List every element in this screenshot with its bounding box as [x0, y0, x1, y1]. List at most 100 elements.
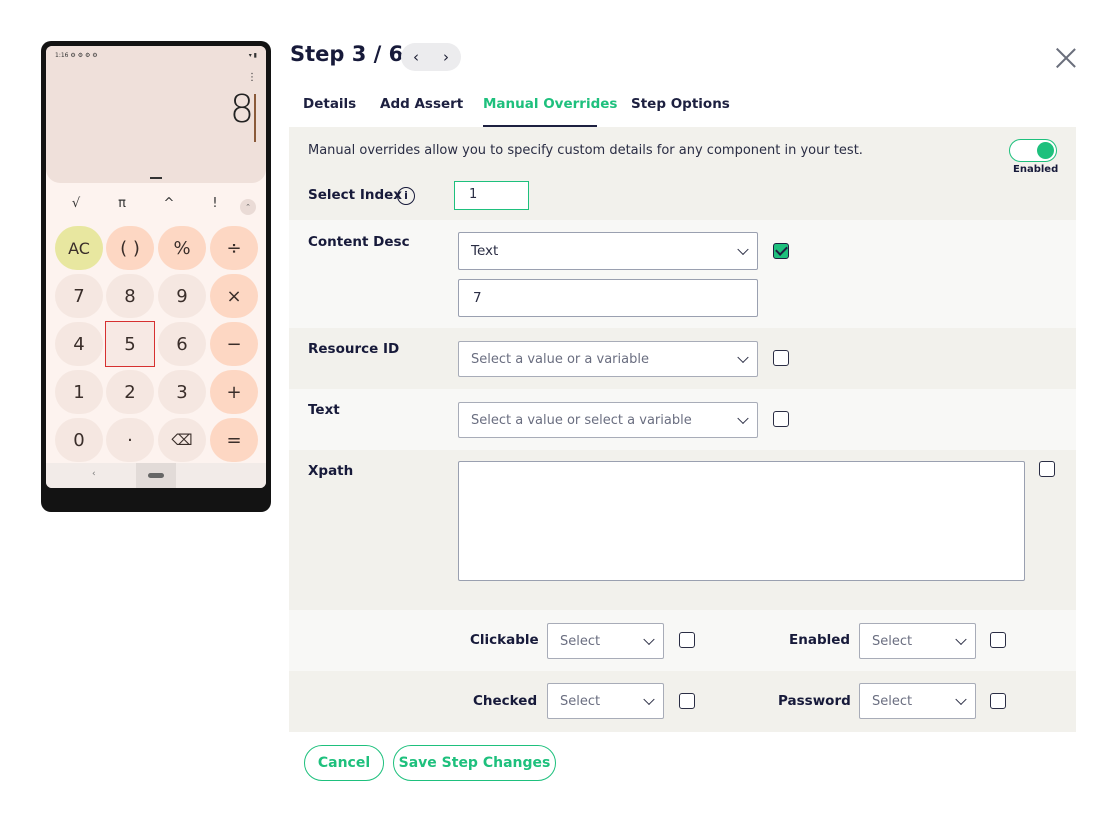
chevron-down-icon	[643, 693, 655, 706]
clear-key[interactable]: AC	[55, 226, 103, 270]
digit-5-key[interactable]: 5	[105, 321, 155, 367]
info-icon[interactable]: i	[397, 187, 415, 205]
close-icon[interactable]	[1055, 47, 1077, 69]
digit-8-key[interactable]: 8	[106, 274, 154, 318]
clickable-label: Clickable	[470, 632, 539, 648]
status-bar: 1:16 ⚙ ⚙ ⚙ ⚙ ▾ ▮	[55, 50, 257, 60]
expand-icon[interactable]: ⌃	[240, 199, 256, 215]
next-step-icon[interactable]: ›	[443, 49, 449, 65]
chevron-down-icon	[737, 412, 749, 425]
text-select[interactable]: Select a value or select a variable	[458, 402, 758, 438]
content-desc-type-value: Text	[471, 243, 499, 259]
checked-select[interactable]: Select	[547, 683, 664, 719]
power-key[interactable]: ^	[157, 196, 181, 211]
overrides-enabled-toggle[interactable]	[1009, 139, 1057, 162]
password-select[interactable]: Select	[859, 683, 976, 719]
minus-key[interactable]: −	[210, 322, 258, 366]
drag-handle[interactable]	[150, 177, 162, 179]
digit-3-key[interactable]: 3	[158, 370, 206, 414]
resource-id-checkbox[interactable]	[773, 350, 789, 366]
clickable-enabled-row: Clickable Select Enabled Select	[289, 610, 1076, 671]
plus-key[interactable]: +	[210, 370, 258, 414]
status-time: 1:16	[55, 51, 69, 59]
tab-details[interactable]: Details	[303, 96, 356, 112]
digit-0-key[interactable]: 0	[55, 418, 103, 462]
more-options-icon[interactable]: ⋮	[247, 73, 257, 83]
back-icon[interactable]: ‹	[92, 469, 96, 479]
text-row: Text Select a value or select a variable	[289, 389, 1076, 450]
step-title: Step 3 / 6	[290, 42, 404, 66]
clickable-placeholder: Select	[560, 633, 601, 649]
scientific-row: √ π ^ ! ⌃	[46, 196, 266, 216]
content-desc-checkbox[interactable]	[773, 243, 789, 259]
select-index-input[interactable]: 1	[454, 181, 529, 210]
tab-step-options[interactable]: Step Options	[631, 96, 730, 112]
enabled-label: Enabled	[789, 632, 851, 648]
password-label: Password	[778, 693, 851, 709]
digit-6-key[interactable]: 6	[158, 322, 206, 366]
digit-7-key[interactable]: 7	[55, 274, 103, 318]
cancel-button[interactable]: Cancel	[304, 745, 384, 781]
device-screen[interactable]: 1:16 ⚙ ⚙ ⚙ ⚙ ▾ ▮ ⋮ 8 √ π ^ ! ⌃ AC ( ) % …	[46, 46, 266, 488]
chevron-down-icon	[737, 351, 749, 364]
password-placeholder: Select	[872, 693, 913, 709]
equals-key[interactable]: =	[210, 418, 258, 462]
clickable-checkbox[interactable]	[679, 632, 695, 648]
password-checkbox[interactable]	[990, 693, 1006, 709]
multiply-key[interactable]: ×	[210, 274, 258, 318]
digit-9-key[interactable]: 9	[158, 274, 206, 318]
sqrt-key[interactable]: √	[64, 196, 88, 211]
divide-key[interactable]: ÷	[210, 226, 258, 270]
text-placeholder: Select a value or select a variable	[471, 412, 692, 428]
android-nav-bar: ‹	[46, 463, 266, 488]
text-checkbox[interactable]	[773, 411, 789, 427]
chevron-down-icon	[737, 243, 749, 256]
toggle-knob	[1037, 142, 1054, 159]
xpath-checkbox[interactable]	[1039, 461, 1055, 477]
decimal-key[interactable]: ·	[106, 418, 154, 462]
resource-id-select[interactable]: Select a value or a variable	[458, 341, 758, 377]
enabled-select[interactable]: Select	[859, 623, 976, 659]
device-frame: 1:16 ⚙ ⚙ ⚙ ⚙ ▾ ▮ ⋮ 8 √ π ^ ! ⌃ AC ( ) % …	[41, 41, 271, 512]
status-signal-icons: ▾ ▮	[248, 51, 257, 59]
digit-4-key[interactable]: 4	[55, 322, 103, 366]
checked-checkbox[interactable]	[679, 693, 695, 709]
save-step-changes-button[interactable]: Save Step Changes	[393, 745, 556, 781]
checked-password-row: Checked Select Password Select	[289, 671, 1076, 732]
resource-id-placeholder: Select a value or a variable	[471, 351, 649, 367]
pi-key[interactable]: π	[110, 196, 134, 211]
xpath-label: Xpath	[308, 463, 354, 479]
parentheses-key[interactable]: ( )	[106, 226, 154, 270]
resource-id-row: Resource ID Select a value or a variable	[289, 328, 1076, 389]
xpath-textarea[interactable]	[458, 461, 1025, 581]
digit-1-key[interactable]: 1	[55, 370, 103, 414]
tab-add-assert[interactable]: Add Assert	[380, 96, 463, 112]
enabled-placeholder: Select	[872, 633, 913, 649]
clickable-select[interactable]: Select	[547, 623, 664, 659]
previous-step-icon[interactable]: ‹	[413, 49, 419, 65]
factorial-key[interactable]: !	[203, 196, 227, 211]
checked-label: Checked	[473, 693, 538, 709]
content-desc-label: Content Desc	[308, 234, 410, 250]
chevron-down-icon	[643, 633, 655, 646]
status-notification-icons: ⚙ ⚙ ⚙ ⚙	[70, 51, 98, 59]
overrides-description: Manual overrides allow you to specify cu…	[308, 143, 863, 158]
xpath-row: Xpath	[289, 450, 1076, 610]
backspace-icon[interactable]: ⌫	[158, 418, 206, 462]
chevron-down-icon	[955, 633, 967, 646]
resource-id-label: Resource ID	[308, 341, 400, 357]
content-desc-row: Content Desc Text 7	[289, 220, 1076, 328]
toggle-label: Enabled	[1013, 164, 1059, 175]
checked-placeholder: Select	[560, 693, 601, 709]
step-navigator: ‹ ›	[401, 43, 461, 71]
tab-manual-overrides[interactable]: Manual Overrides	[483, 96, 617, 112]
select-index-label: Select Index	[308, 187, 402, 203]
enabled-checkbox[interactable]	[990, 632, 1006, 648]
home-pill-icon[interactable]	[148, 473, 164, 478]
text-label: Text	[308, 402, 340, 418]
content-desc-type-select[interactable]: Text	[458, 232, 758, 270]
content-desc-value-input[interactable]: 7	[458, 279, 758, 317]
overrides-header-row: Manual overrides allow you to specify cu…	[289, 127, 1076, 220]
digit-2-key[interactable]: 2	[106, 370, 154, 414]
percent-key[interactable]: %	[158, 226, 206, 270]
